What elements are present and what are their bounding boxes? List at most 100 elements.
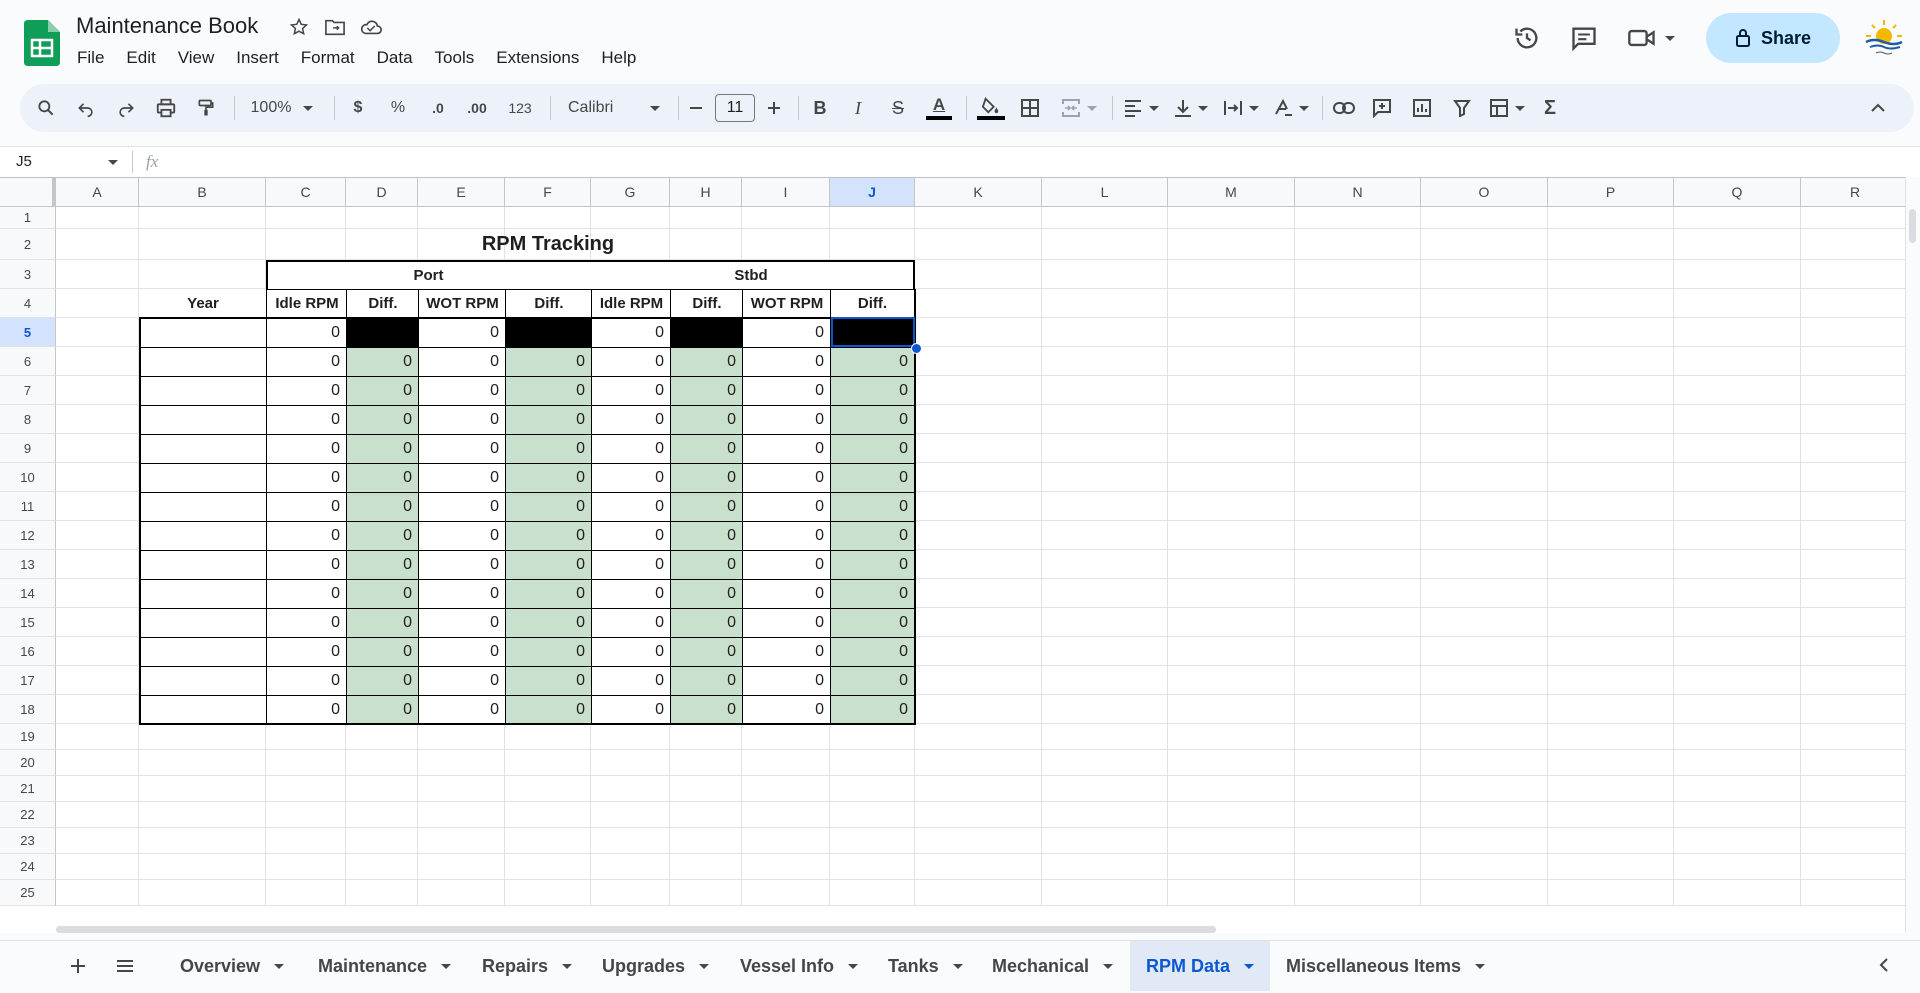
row-header[interactable]: 15: [0, 608, 56, 637]
font-size-value[interactable]: 11: [715, 94, 755, 122]
grid-cell[interactable]: [1801, 207, 1906, 229]
year-cell[interactable]: [139, 608, 267, 638]
grid-cell[interactable]: [346, 854, 418, 880]
grid-cell[interactable]: [915, 802, 1042, 828]
grid-cell[interactable]: [56, 463, 139, 492]
grid-cell[interactable]: [1801, 854, 1906, 880]
grid-cell[interactable]: [1548, 260, 1674, 289]
grid-cell[interactable]: [915, 666, 1042, 695]
grid-cell[interactable]: [1295, 521, 1421, 550]
grid-cell[interactable]: [742, 880, 830, 906]
rpm-cell[interactable]: 0: [418, 608, 506, 638]
rpm-cell[interactable]: 0: [742, 637, 831, 667]
year-cell[interactable]: [139, 376, 267, 406]
grid-cell[interactable]: [742, 776, 830, 802]
row-header[interactable]: 8: [0, 405, 56, 434]
rpm-cell[interactable]: 0: [591, 376, 671, 406]
grid-cell[interactable]: [1801, 463, 1906, 492]
rpm-cell[interactable]: 0: [591, 521, 671, 551]
grid-cell[interactable]: [346, 802, 418, 828]
grid-cell[interactable]: [1168, 289, 1295, 318]
diff-cell[interactable]: 0: [346, 434, 419, 464]
horizontal-scroll-thumb[interactable]: [56, 926, 1216, 933]
grid-cell[interactable]: [1548, 376, 1674, 405]
row-header[interactable]: 4: [0, 289, 56, 318]
diff-cell[interactable]: 0: [505, 492, 592, 522]
grid-cell[interactable]: [1421, 854, 1548, 880]
grid-cell[interactable]: [56, 608, 139, 637]
grid-cell[interactable]: [56, 207, 139, 229]
document-title[interactable]: Maintenance Book: [76, 13, 258, 39]
menu-help[interactable]: Help: [590, 46, 647, 70]
grid-cell[interactable]: [1421, 376, 1548, 405]
grid-cell[interactable]: [56, 579, 139, 608]
grid-cell[interactable]: [1674, 347, 1801, 376]
grid-cell[interactable]: [139, 802, 266, 828]
diff-cell[interactable]: 0: [670, 492, 743, 522]
grid-cell[interactable]: [1295, 880, 1421, 906]
grid-cell[interactable]: [505, 880, 591, 906]
grid-cell[interactable]: [56, 854, 139, 880]
grid-cell[interactable]: [1168, 492, 1295, 521]
rpm-cell[interactable]: 0: [418, 637, 506, 667]
grid-cell[interactable]: [1042, 492, 1168, 521]
grid-cell[interactable]: [1674, 666, 1801, 695]
rpm-cell[interactable]: 0: [742, 318, 831, 348]
grid-cell[interactable]: [1421, 463, 1548, 492]
grid-cell[interactable]: [830, 828, 915, 854]
grid-cell[interactable]: [418, 854, 505, 880]
diff-cell[interactable]: 0: [830, 405, 916, 435]
grid-cell[interactable]: [1168, 776, 1295, 802]
diff-cell[interactable]: 0: [830, 492, 916, 522]
rpm-cell[interactable]: 0: [742, 695, 831, 725]
insert-chart-icon[interactable]: [1410, 84, 1434, 132]
grid-cell[interactable]: [56, 880, 139, 906]
rpm-cell[interactable]: 0: [742, 550, 831, 580]
grid-cell[interactable]: [1674, 608, 1801, 637]
rpm-cell[interactable]: 0: [591, 405, 671, 435]
vertical-scrollbar[interactable]: [1905, 177, 1920, 932]
rpm-cell[interactable]: 0: [418, 579, 506, 609]
grid-cell[interactable]: [1801, 521, 1906, 550]
diff-cell[interactable]: 0: [505, 434, 592, 464]
menu-file[interactable]: File: [66, 46, 115, 70]
decrease-decimal-button[interactable]: .0: [422, 84, 454, 132]
grid-cell[interactable]: [266, 828, 346, 854]
diff-cell[interactable]: 0: [830, 376, 916, 406]
diff-cell[interactable]: 0: [505, 376, 592, 406]
grid-cell[interactable]: [418, 207, 505, 229]
horizontal-align-icon[interactable]: [1120, 84, 1162, 132]
grid-cell[interactable]: [266, 724, 346, 750]
diff-cell[interactable]: 0: [830, 463, 916, 493]
menu-data[interactable]: Data: [366, 46, 424, 70]
version-history-icon[interactable]: [1507, 18, 1547, 58]
grid-cell[interactable]: [742, 724, 830, 750]
grid-cell[interactable]: [1674, 637, 1801, 666]
column-header[interactable]: N: [1295, 178, 1421, 207]
grid-cell[interactable]: [1042, 289, 1168, 318]
diff-cell[interactable]: 0: [346, 695, 419, 725]
grid-cell[interactable]: [1421, 229, 1548, 260]
diff-cell[interactable]: 0: [830, 695, 916, 725]
rpm-cell[interactable]: 0: [266, 550, 347, 580]
grid-cell[interactable]: [1042, 318, 1168, 347]
row-header[interactable]: 2: [0, 229, 56, 260]
grid-cell[interactable]: [1295, 776, 1421, 802]
strikethrough-button[interactable]: S: [886, 84, 910, 132]
rpm-cell[interactable]: 0: [591, 550, 671, 580]
rpm-cell[interactable]: 0: [266, 695, 347, 725]
column-header[interactable]: G: [591, 178, 670, 207]
grid-cell[interactable]: [1548, 550, 1674, 579]
grid-cell[interactable]: [1042, 521, 1168, 550]
diff-cell[interactable]: 0: [346, 376, 419, 406]
grid-cell[interactable]: [505, 802, 591, 828]
grid-cell[interactable]: [1295, 434, 1421, 463]
grid-cell[interactable]: [915, 347, 1042, 376]
grid-cell[interactable]: [1042, 695, 1168, 724]
grid-cell[interactable]: [1168, 724, 1295, 750]
grid-cell[interactable]: [1421, 776, 1548, 802]
rpm-cell[interactable]: 0: [591, 492, 671, 522]
grid-cell[interactable]: [1168, 260, 1295, 289]
row-header[interactable]: 20: [0, 750, 56, 776]
grid-cell[interactable]: [1295, 492, 1421, 521]
